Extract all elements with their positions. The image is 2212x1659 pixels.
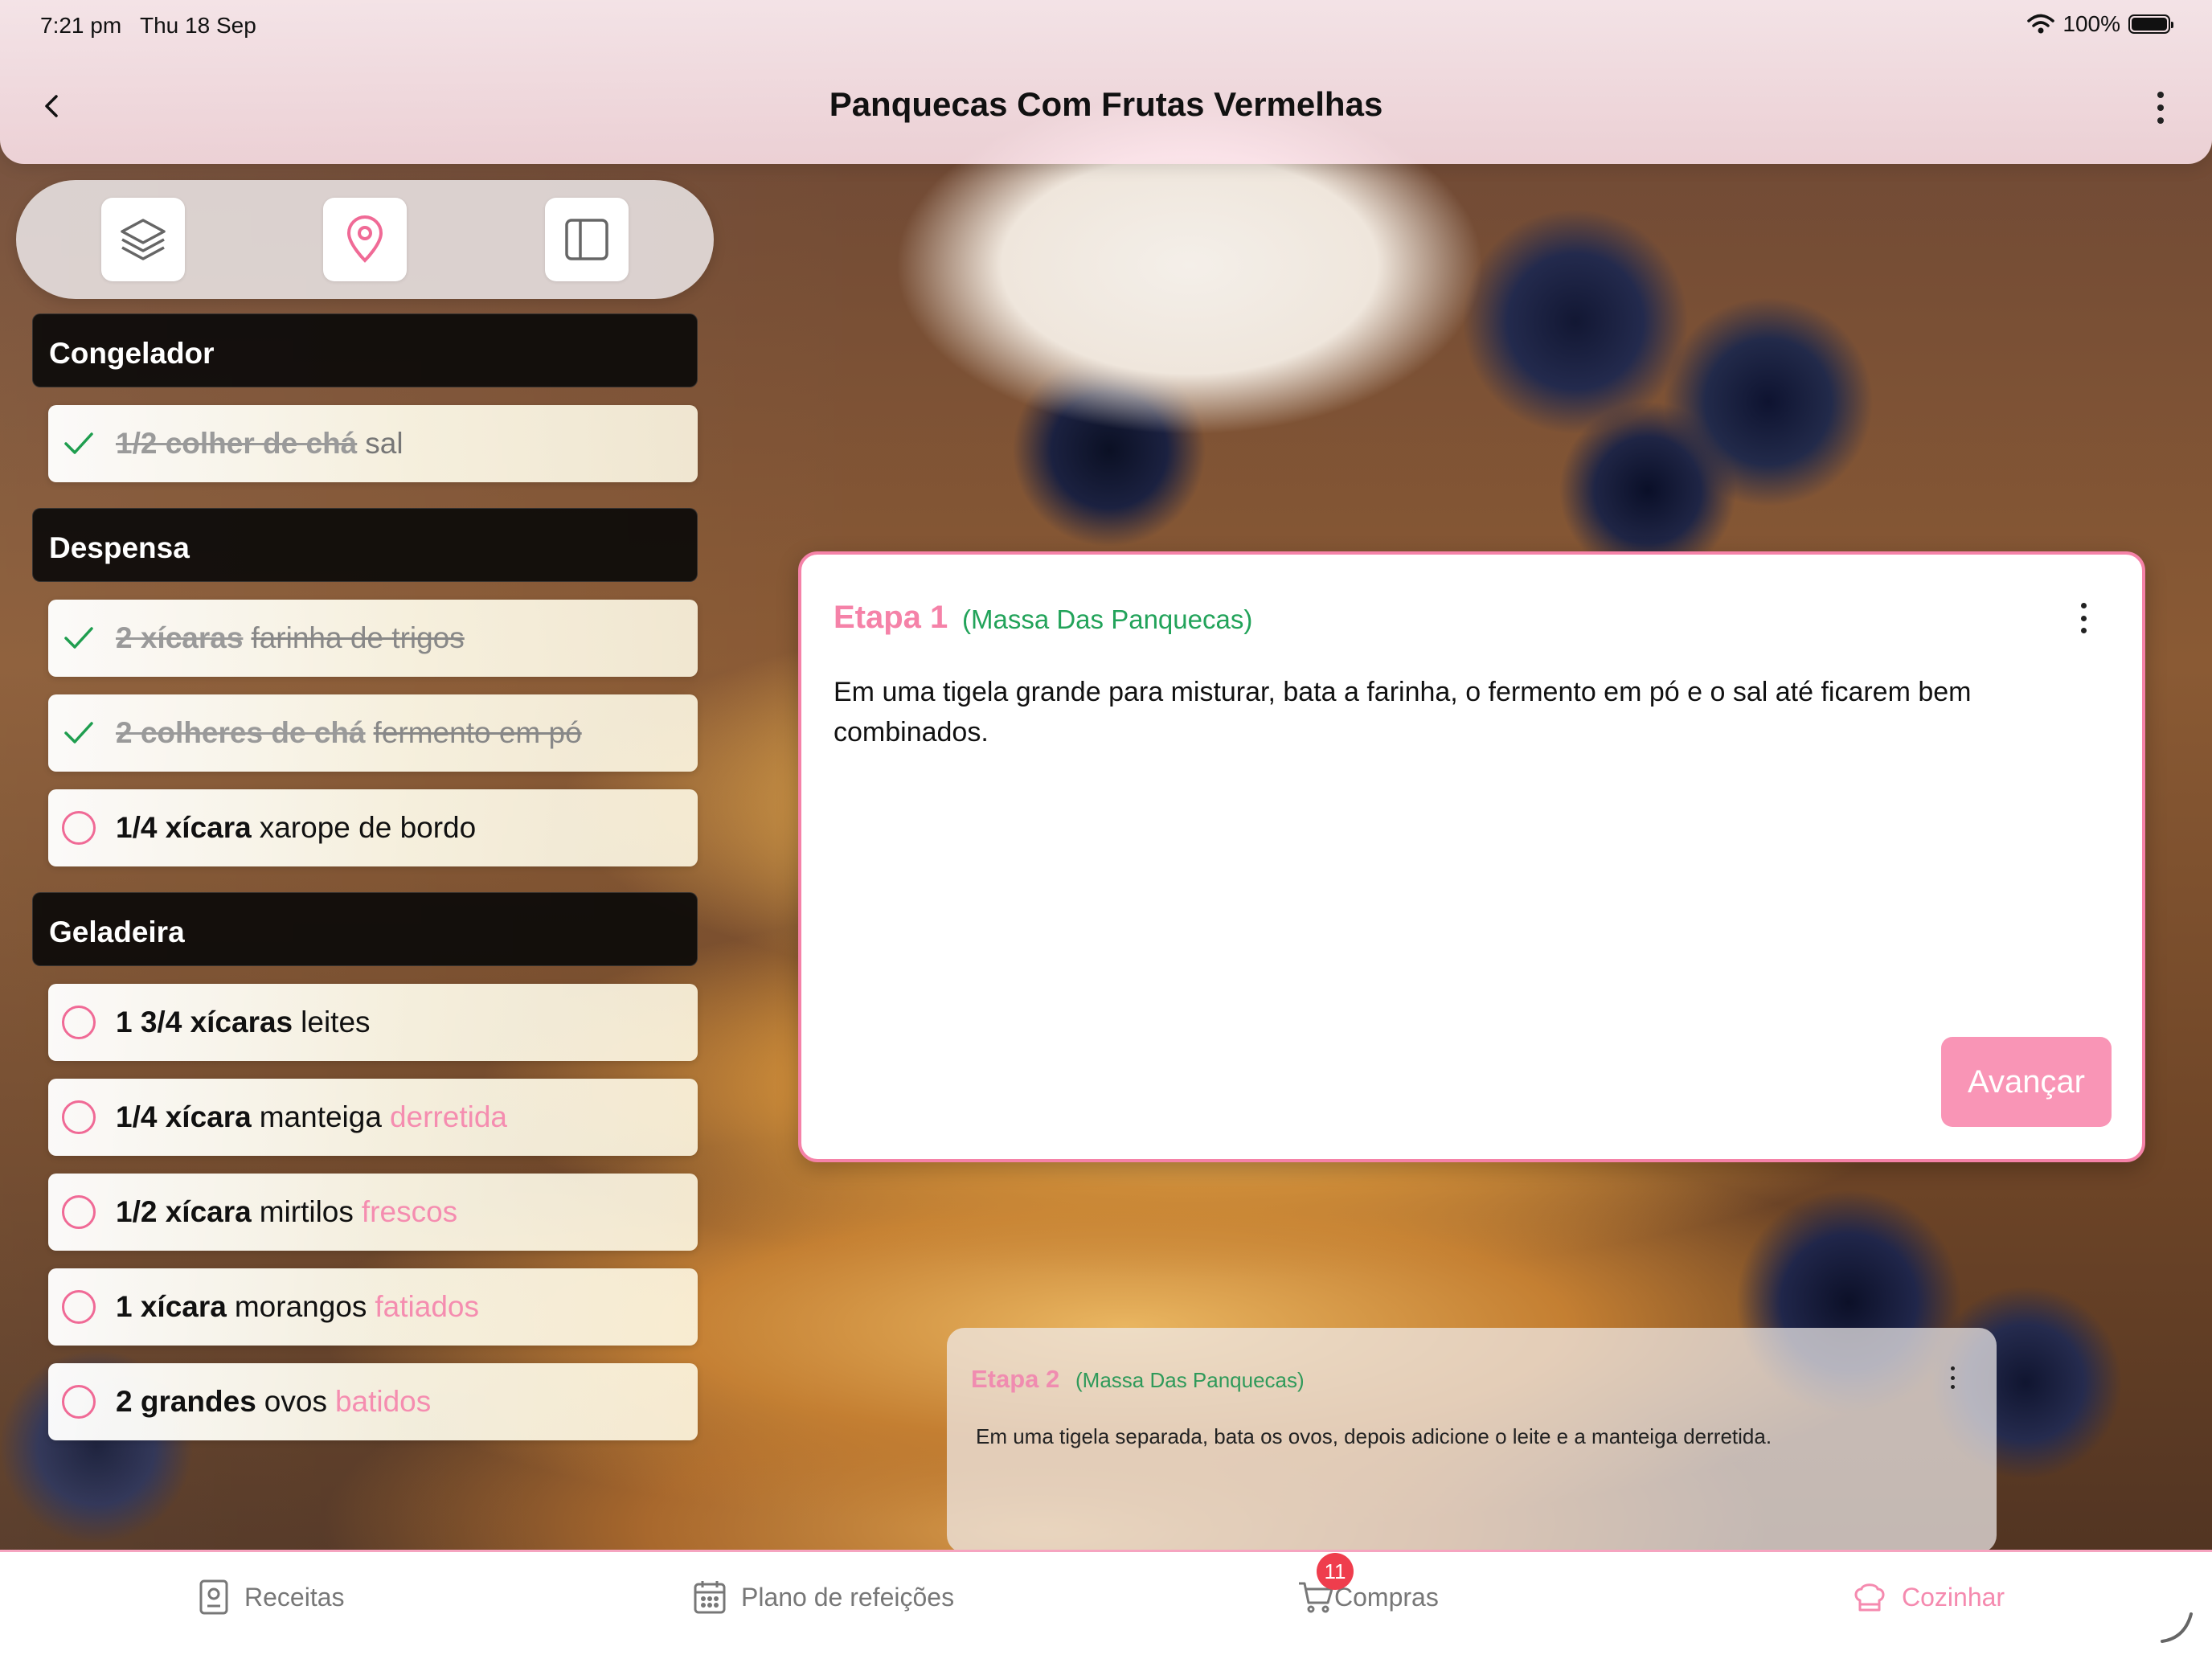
checkmark-icon <box>64 432 93 454</box>
ingredient-name: xarope de bordo <box>259 811 477 844</box>
tab-label: Cozinhar <box>1902 1582 2005 1612</box>
recipe-book-icon <box>199 1579 228 1615</box>
header-more-button[interactable] <box>2154 92 2167 124</box>
tab-label: Receitas <box>244 1582 345 1612</box>
ingredient-qty: 1/4 xícara <box>116 1100 252 1133</box>
unchecked-circle-icon <box>62 1195 96 1229</box>
step-label: Etapa 2 <box>971 1365 1060 1393</box>
checkmark-icon <box>64 722 93 743</box>
battery-percent: 100% <box>2062 11 2120 36</box>
section-header-congelador[interactable]: Congelador <box>32 313 698 387</box>
ingredient-row[interactable]: 1/4 xícara xarope de bordo <box>48 789 698 866</box>
ingredient-checkbox[interactable] <box>42 405 116 482</box>
resize-handle-icon[interactable] <box>2156 1606 2196 1646</box>
tab-cozinhar[interactable]: Cozinhar <box>1852 1573 2005 1621</box>
step-label: Etapa 1 <box>834 600 948 635</box>
ingredient-qty: 1/2 colher de chá <box>116 427 358 460</box>
ingredient-note: fatiados <box>375 1290 479 1323</box>
ingredient-row[interactable]: 2 colheres de chá fermento em pó <box>48 694 698 772</box>
ingredient-qty: 1 xícara <box>116 1290 227 1323</box>
ingredient-note: frescos <box>361 1195 458 1228</box>
ingredient-checkbox[interactable] <box>42 789 116 866</box>
status-right: 100% <box>2027 11 2173 37</box>
status-time: 7:21 pm Thu 18 Sep <box>40 13 256 38</box>
ingredient-qty: 2 grandes <box>116 1385 256 1418</box>
ingredient-checkbox[interactable] <box>42 600 116 677</box>
chef-hat-icon <box>1854 1583 1885 1612</box>
checkmark-icon <box>64 627 93 649</box>
map-pin-icon <box>346 215 383 263</box>
section-header-geladeira[interactable]: Geladeira <box>32 892 698 966</box>
status-bar: 7:21 pm Thu 18 Sep 100% <box>0 0 2212 51</box>
unchecked-circle-icon <box>62 1290 96 1324</box>
ingredient-name: manteiga <box>259 1100 382 1133</box>
ingredient-checkbox[interactable] <box>42 1363 116 1440</box>
tab-label: Compras <box>1334 1582 1439 1612</box>
ingredient-name: farinha de trigos <box>251 621 465 654</box>
ingredient-checkbox[interactable] <box>42 1268 116 1346</box>
step-section: (Massa Das Panquecas) <box>1075 1368 1305 1392</box>
unchecked-circle-icon <box>62 1006 96 1039</box>
tab-label: Plano de refeições <box>741 1582 955 1612</box>
unchecked-circle-icon <box>62 1100 96 1134</box>
more-vertical-icon <box>2157 92 2164 98</box>
ingredient-row[interactable]: 1/2 xícara mirtilos frescos <box>48 1174 698 1251</box>
ingredient-note: batidos <box>334 1385 432 1418</box>
step-more-button[interactable] <box>2078 603 2089 633</box>
step-section: (Massa Das Panquecas) <box>962 604 1253 634</box>
ingredient-row[interactable]: 1/2 colher de chá sal <box>48 405 698 482</box>
step-description: Em uma tigela separada, bata os ovos, de… <box>976 1424 1772 1448</box>
unchecked-circle-icon <box>62 1385 96 1419</box>
ingredient-note: derretida <box>389 1100 507 1133</box>
ingredient-checkbox[interactable] <box>42 1079 116 1156</box>
sidebar-panel-icon <box>565 219 608 260</box>
layers-button[interactable] <box>101 198 185 281</box>
ingredient-name: fermento em pó <box>373 716 582 749</box>
location-button[interactable] <box>323 198 407 281</box>
ingredient-qty: 2 xícaras <box>116 621 244 654</box>
layers-icon <box>121 219 166 260</box>
section-header-despensa[interactable]: Despensa <box>32 508 698 582</box>
unchecked-circle-icon <box>62 811 96 845</box>
current-step-card: Etapa 1 (Massa Das Panquecas) Em uma tig… <box>798 551 2145 1162</box>
more-vertical-icon <box>1950 1366 1955 1370</box>
ingredient-name: sal <box>365 427 403 460</box>
ingredient-name: morangos <box>234 1290 367 1323</box>
ingredient-row[interactable]: 2 grandes ovos batidos <box>48 1363 698 1440</box>
page-title: Panquecas Com Frutas Vermelhas <box>829 85 1383 123</box>
ingredient-row[interactable]: 1/4 xícara manteiga derretida <box>48 1079 698 1156</box>
sidebar-toggle-button[interactable] <box>545 198 629 281</box>
wifi-icon <box>2027 14 2055 34</box>
tab-plano-de-refeicoes[interactable]: Plano de refeições <box>693 1573 954 1621</box>
ingredient-row[interactable]: 2 xícaras farinha de trigos <box>48 600 698 677</box>
ingredient-name: leites <box>301 1006 371 1038</box>
ingredient-name: mirtilos <box>259 1195 354 1228</box>
more-vertical-icon <box>2080 603 2087 608</box>
next-step-card[interactable]: Etapa 2 (Massa Das Panquecas) Em uma tig… <box>947 1328 1997 1553</box>
ingredient-checkbox[interactable] <box>42 1174 116 1251</box>
ingredient-name: ovos <box>264 1385 327 1418</box>
ingredient-toolbar <box>16 180 714 299</box>
ingredient-row[interactable]: 1 xícara morangos fatiados <box>48 1268 698 1346</box>
step-more-button[interactable] <box>1948 1366 1956 1389</box>
ingredient-row[interactable]: 1 3/4 xícaras leites <box>48 984 698 1061</box>
ingredient-qty: 1/4 xícara <box>116 811 252 844</box>
cart-badge: 11 <box>1317 1553 1354 1590</box>
ingredient-qty: 2 colheres de chá <box>116 716 366 749</box>
battery-icon <box>2128 14 2173 34</box>
tab-bar: Receitas Plano de refeições Compras Cozi… <box>0 1550 2212 1659</box>
advance-button[interactable]: Avançar <box>1941 1037 2112 1127</box>
ingredient-checkbox[interactable] <box>42 984 116 1061</box>
tab-receitas[interactable]: Receitas <box>198 1573 345 1621</box>
ingredient-qty: 1/2 xícara <box>116 1195 252 1228</box>
ingredient-qty: 1 3/4 xícaras <box>116 1006 293 1038</box>
ingredient-checkbox[interactable] <box>42 694 116 772</box>
step-description: Em uma tigela grande para misturar, bata… <box>834 677 1972 748</box>
calendar-icon <box>694 1581 726 1614</box>
